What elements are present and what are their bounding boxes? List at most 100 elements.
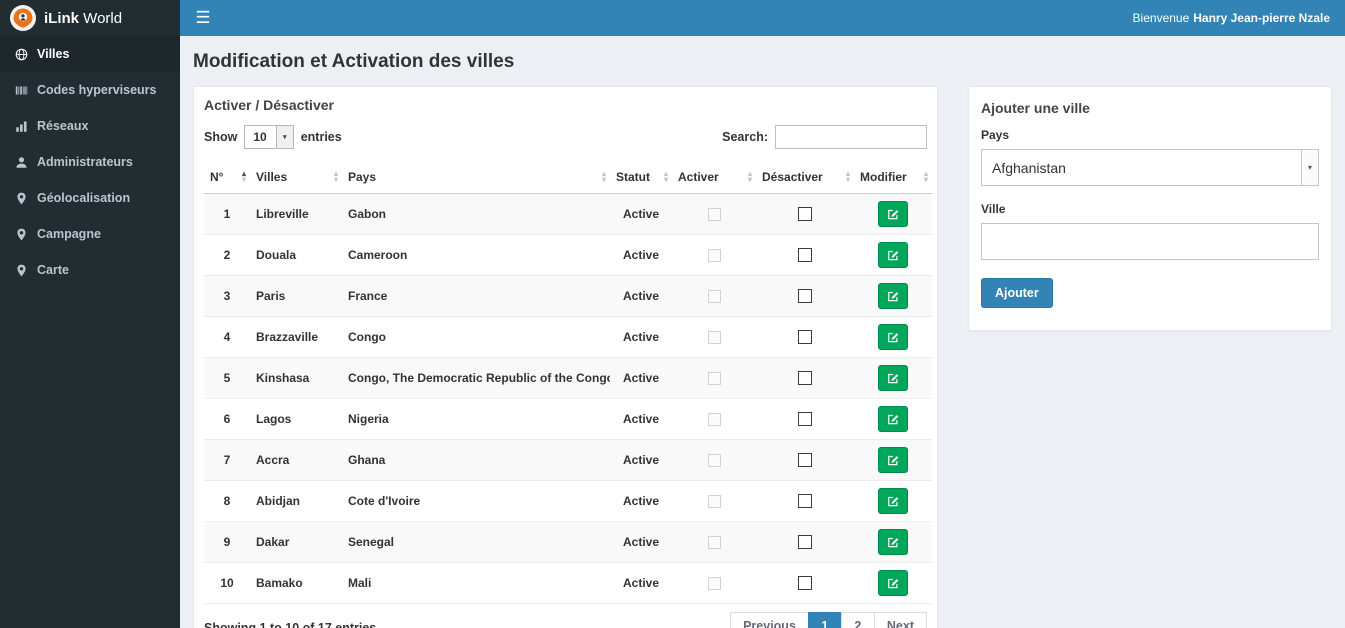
- cell-statut: Active: [610, 562, 672, 604]
- cell-statut: Active: [610, 521, 672, 563]
- cell-activer: [672, 234, 756, 276]
- pagination-page-button[interactable]: 1: [807, 612, 842, 628]
- search-input[interactable]: [775, 125, 927, 149]
- ville-input[interactable]: [981, 223, 1319, 260]
- edit-button[interactable]: [878, 529, 908, 555]
- sort-icon: ▴ ▾: [241, 169, 246, 184]
- desactiver-checkbox[interactable]: [798, 453, 812, 468]
- page-title: Modification et Activation des villes: [193, 51, 515, 72]
- edit-button[interactable]: [878, 570, 908, 596]
- user-menu[interactable]: Bienvenue Hanry Jean-pierre Nzale: [1133, 0, 1345, 36]
- cell-desactiver: [756, 398, 854, 440]
- sidebar-item-carte[interactable]: Carte: [0, 252, 180, 288]
- sidebar-item-villes[interactable]: Villes: [0, 36, 180, 72]
- table-search-control: Search:: [722, 125, 927, 149]
- edit-button[interactable]: [878, 488, 908, 514]
- desactiver-checkbox[interactable]: [798, 576, 812, 591]
- activer-checkbox: [707, 577, 721, 591]
- column-header-numero[interactable]: N° ▴ ▾: [204, 161, 250, 194]
- edit-icon: [888, 578, 899, 589]
- cell-pays: Cote d'Ivoire: [342, 480, 610, 522]
- cell-statut: Active: [610, 193, 672, 235]
- activer-checkbox: [707, 372, 721, 386]
- edit-button[interactable]: [878, 324, 908, 350]
- cell-numero: 8: [204, 480, 250, 522]
- show-label: Show: [204, 130, 238, 144]
- cell-statut: Active: [610, 234, 672, 276]
- page-length-select[interactable]: 10 ▾: [244, 125, 294, 149]
- sidebar-item-geolocalisation[interactable]: Géolocalisation: [0, 180, 180, 216]
- add-ville-panel: Ajouter une ville Pays Afghanistan ▾ Vil…: [968, 86, 1332, 331]
- edit-button[interactable]: [878, 242, 908, 268]
- desactiver-checkbox[interactable]: [798, 412, 812, 427]
- edit-button[interactable]: [878, 283, 908, 309]
- column-header-desactiver[interactable]: Désactiver ▴ ▾: [756, 161, 854, 194]
- edit-button[interactable]: [878, 201, 908, 227]
- sort-icon: ▴ ▾: [747, 169, 752, 184]
- sort-icon: ▴ ▾: [333, 169, 338, 184]
- table-row: 4 Brazzaville Congo Active: [204, 316, 932, 358]
- map-marker-icon: [17, 264, 26, 276]
- cell-modifier: [854, 480, 932, 522]
- column-header-pays[interactable]: Pays ▴ ▾: [342, 161, 610, 194]
- globe-icon: [15, 48, 28, 60]
- sidebar-item-administrateurs[interactable]: Administrateurs: [0, 144, 180, 180]
- desactiver-checkbox[interactable]: [798, 289, 812, 304]
- search-label: Search:: [722, 130, 768, 144]
- column-header-modifier[interactable]: Modifier ▴ ▾: [854, 161, 932, 194]
- desactiver-checkbox[interactable]: [798, 248, 812, 263]
- cell-modifier: [854, 316, 932, 358]
- cell-numero: 5: [204, 357, 250, 399]
- sidebar-item-reseaux[interactable]: Réseaux: [0, 108, 180, 144]
- table-row: 6 Lagos Nigeria Active: [204, 398, 932, 440]
- cell-desactiver: [756, 439, 854, 481]
- edit-button[interactable]: [878, 365, 908, 391]
- cell-pays: Ghana: [342, 439, 610, 481]
- pagination-previous-button[interactable]: Previous: [730, 612, 809, 628]
- desactiver-checkbox[interactable]: [798, 535, 812, 550]
- pays-select[interactable]: Afghanistan ▾: [981, 149, 1319, 186]
- activer-checkbox: [707, 454, 721, 468]
- hamburger-icon: ☰: [195, 8, 211, 27]
- cell-statut: Active: [610, 439, 672, 481]
- cell-modifier: [854, 521, 932, 563]
- user-icon: [16, 156, 27, 168]
- ajouter-button[interactable]: Ajouter: [981, 278, 1053, 308]
- cell-ville: Douala: [250, 234, 342, 276]
- cell-pays: Congo: [342, 316, 610, 358]
- sort-icon: ▴ ▾: [845, 169, 850, 184]
- activer-checkbox: [707, 536, 721, 550]
- table-info-text: Showing 1 to 10 of 17 entries: [204, 621, 377, 628]
- desactiver-checkbox[interactable]: [798, 371, 812, 386]
- sidebar-item-campagne[interactable]: Campagne: [0, 216, 180, 252]
- cell-modifier: [854, 357, 932, 399]
- desactiver-checkbox[interactable]: [798, 494, 812, 509]
- sort-icon: ▴ ▾: [663, 169, 668, 184]
- cell-pays: Nigeria: [342, 398, 610, 440]
- pagination-page-button[interactable]: 2: [840, 612, 875, 628]
- sidebar-toggle-button[interactable]: ☰: [180, 0, 226, 36]
- column-header-villes[interactable]: Villes ▴ ▾: [250, 161, 342, 194]
- cell-ville: Lagos: [250, 398, 342, 440]
- cell-activer: [672, 357, 756, 399]
- sidebar-item-codes-hyperviseurs[interactable]: Codes hyperviseurs: [0, 72, 180, 108]
- cell-desactiver: [756, 357, 854, 399]
- table-row: 3 Paris France Active: [204, 275, 932, 317]
- map-marker-icon: [17, 228, 26, 240]
- edit-button[interactable]: [878, 406, 908, 432]
- villes-table-panel: Activer / Désactiver Show 10 ▾ entries S…: [193, 86, 938, 628]
- pagination-next-button[interactable]: Next: [873, 612, 927, 628]
- cell-statut: Active: [610, 275, 672, 317]
- cell-desactiver: [756, 234, 854, 276]
- cell-numero: 2: [204, 234, 250, 276]
- sort-icon: ▴ ▾: [923, 169, 928, 184]
- cell-desactiver: [756, 275, 854, 317]
- column-header-statut[interactable]: Statut ▴ ▾: [610, 161, 672, 194]
- desactiver-checkbox[interactable]: [798, 207, 812, 222]
- edit-icon: [888, 496, 899, 507]
- column-header-activer[interactable]: Activer ▴ ▾: [672, 161, 756, 194]
- edit-icon: [888, 209, 899, 220]
- cell-activer: [672, 521, 756, 563]
- edit-button[interactable]: [878, 447, 908, 473]
- desactiver-checkbox[interactable]: [798, 330, 812, 345]
